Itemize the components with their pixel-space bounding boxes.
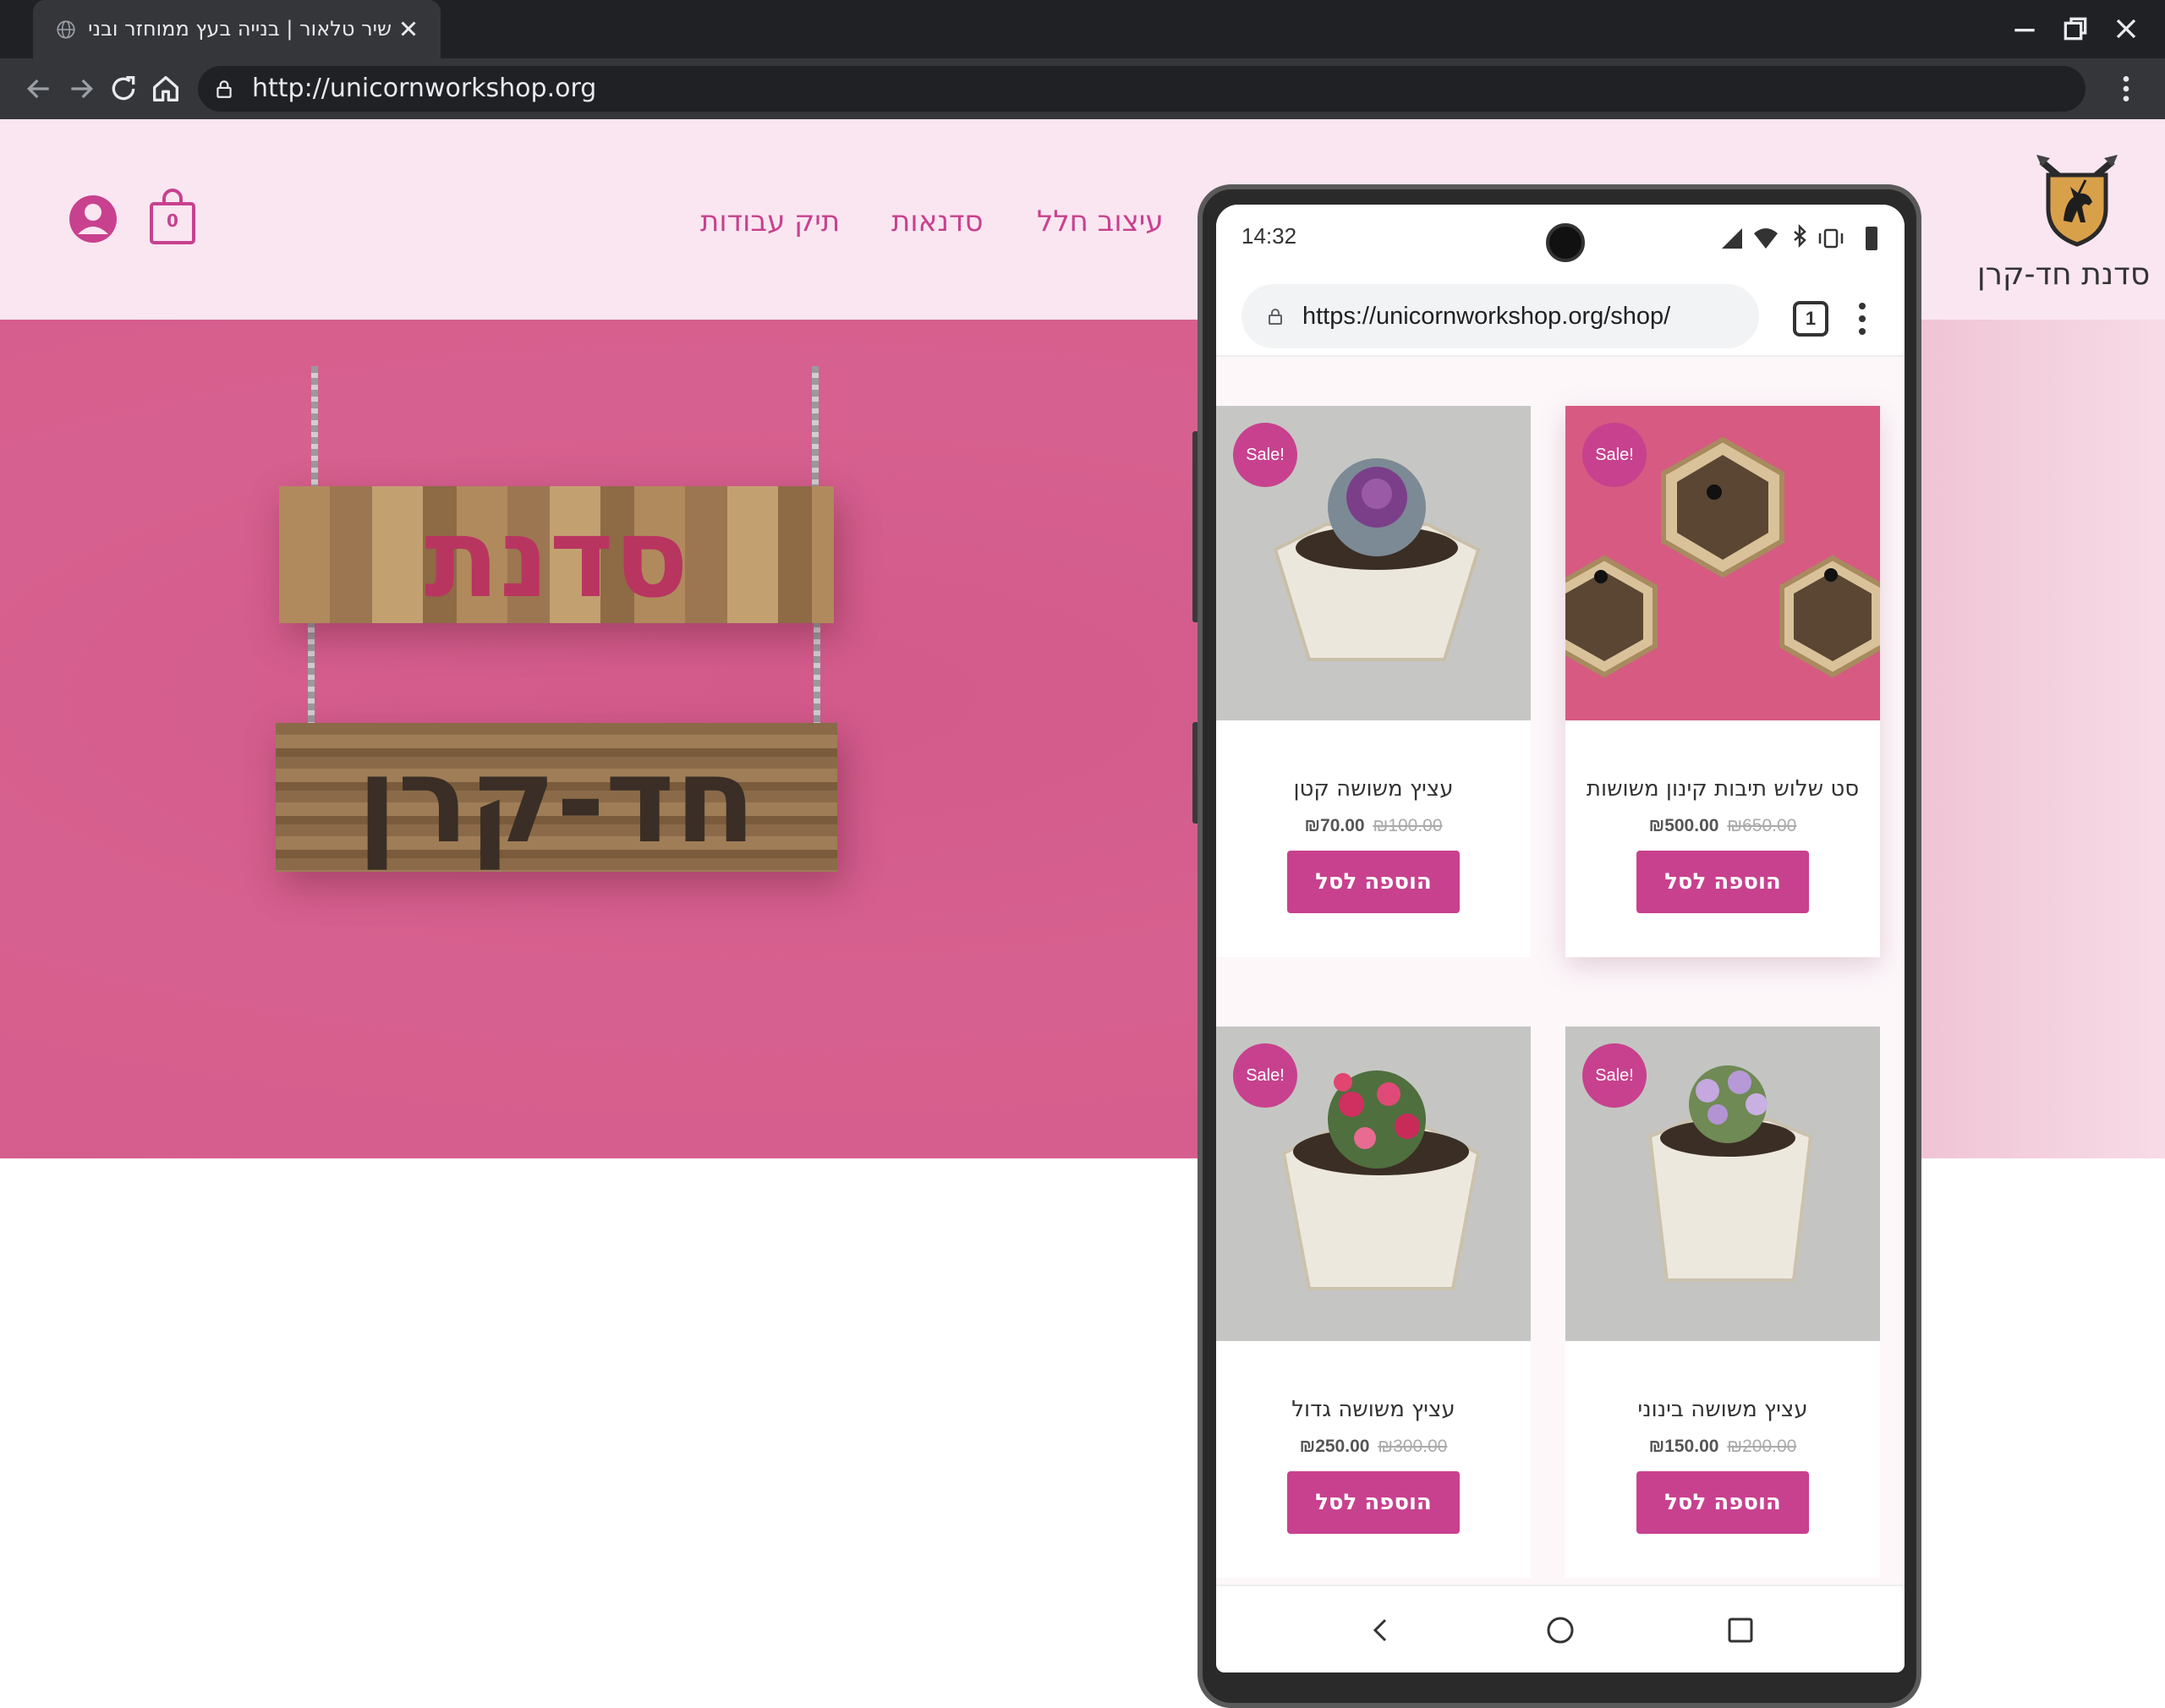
product-card[interactable]: Sale! עציץ משושה קטן ₪70.00 ₪100.00 הוספ… xyxy=(1216,406,1531,957)
android-nav-bar xyxy=(1216,1585,1905,1672)
product-card[interactable]: Sale! עציץ משושה גדול ₪250.00 ₪300.00 הו… xyxy=(1216,1026,1531,1578)
lock-icon xyxy=(1269,309,1282,325)
product-image[interactable]: Sale! xyxy=(1216,1026,1531,1341)
price-sale: ₪150.00 xyxy=(1648,1437,1719,1456)
mobile-menu-icon[interactable] xyxy=(1855,301,1869,337)
home-icon[interactable] xyxy=(149,72,183,106)
address-url: http://unicornworkshop.org xyxy=(252,74,597,103)
tab-title: שיר טלאור | בנייה בעץ ממוחזר ובנייה xyxy=(87,17,392,41)
product-price: ₪70.00 ₪100.00 xyxy=(1216,816,1531,836)
globe-icon xyxy=(57,20,75,39)
add-to-cart-button[interactable]: הוספה לסל xyxy=(1287,1471,1460,1534)
close-tab-icon[interactable] xyxy=(393,14,424,44)
nav-home-icon[interactable] xyxy=(1542,1612,1579,1649)
front-camera xyxy=(1546,223,1585,262)
unicorn-shield-logo[interactable] xyxy=(2030,150,2124,248)
chain xyxy=(814,621,820,727)
sale-badge: Sale! xyxy=(1233,423,1297,487)
address-bar[interactable]: http://unicornworkshop.org xyxy=(198,66,2086,112)
price-sale: ₪500.00 xyxy=(1648,816,1719,835)
site-name[interactable]: סדנת חד-קרן xyxy=(1970,255,2157,295)
price-sale: ₪70.00 xyxy=(1304,816,1365,835)
price-original: ₪300.00 xyxy=(1378,1437,1448,1456)
restore-icon[interactable] xyxy=(2058,12,2092,46)
product-image[interactable]: Sale! xyxy=(1565,406,1880,720)
chain xyxy=(311,366,318,493)
sign-lettering: סדנת xyxy=(425,494,689,622)
sale-badge: Sale! xyxy=(1582,423,1647,487)
bluetooth-icon xyxy=(1794,223,1806,249)
wooden-sign-bottom: חד-קרן xyxy=(276,723,837,872)
chain xyxy=(308,621,315,727)
product-price: ₪150.00 ₪200.00 xyxy=(1565,1437,1880,1457)
battery-icon xyxy=(1866,227,1877,250)
browser-toolbar: http://unicornworkshop.org xyxy=(0,58,2165,119)
hero-side-panel xyxy=(1920,320,2165,1158)
close-window-icon[interactable] xyxy=(2109,12,2143,46)
price-sale: ₪250.00 xyxy=(1299,1437,1370,1456)
nav-portfolio[interactable]: תיק עבודות xyxy=(700,200,840,243)
add-to-cart-button[interactable]: הוספה לסל xyxy=(1636,1471,1809,1534)
nav-space-design[interactable]: עיצוב חלל xyxy=(1037,200,1164,243)
price-original: ₪200.00 xyxy=(1727,1437,1797,1456)
tab-switcher-button[interactable]: 1 xyxy=(1793,301,1828,337)
mobile-address-bar[interactable]: https://unicornworkshop.org/shop/ xyxy=(1241,284,1759,348)
minimize-icon[interactable] xyxy=(2008,12,2042,46)
price-original: ₪100.00 xyxy=(1373,816,1443,835)
browser-menu-icon[interactable] xyxy=(2109,72,2143,106)
wifi-icon xyxy=(1754,228,1778,249)
product-image[interactable]: Sale! xyxy=(1565,1026,1880,1341)
account-icon[interactable] xyxy=(68,194,118,244)
price-original: ₪650.00 xyxy=(1727,816,1797,835)
browser-tab[interactable]: שיר טלאור | בנייה בעץ ממוחזר ובנייה xyxy=(33,0,441,58)
phone-screen: 14:32 https://unicornworkshop.org/shop/ … xyxy=(1216,205,1905,1672)
reload-icon[interactable] xyxy=(107,72,140,106)
product-card[interactable]: Sale! סט שלוש תיבות קינון משושות ₪500.00… xyxy=(1565,406,1880,957)
mobile-address-url: https://unicornworkshop.org/shop/ xyxy=(1302,303,1671,330)
forward-icon[interactable] xyxy=(64,72,98,106)
product-price: ₪250.00 ₪300.00 xyxy=(1216,1437,1531,1457)
product-image[interactable]: Sale! xyxy=(1216,406,1531,720)
sale-badge: Sale! xyxy=(1233,1043,1297,1108)
product-title[interactable]: עציץ משושה קטן xyxy=(1216,776,1531,802)
add-to-cart-button[interactable]: הוספה לסל xyxy=(1636,851,1809,913)
nav-back-icon[interactable] xyxy=(1362,1612,1399,1649)
cart-button[interactable]: 0 xyxy=(149,189,196,246)
wooden-sign-top: סדנת xyxy=(279,486,834,623)
product-title[interactable]: עציץ משושה גדול xyxy=(1216,1397,1531,1422)
phone-mockup: 14:32 https://unicornworkshop.org/shop/ … xyxy=(1198,184,1921,1708)
add-to-cart-button[interactable]: הוספה לסל xyxy=(1287,851,1460,913)
product-title[interactable]: עציץ משושה בינוני xyxy=(1565,1397,1880,1422)
mobile-browser-toolbar: https://unicornworkshop.org/shop/ 1 xyxy=(1216,272,1905,357)
product-card[interactable]: Sale! עציץ משושה בינוני ₪150.00 ₪200.00 … xyxy=(1565,1026,1880,1578)
sale-badge: Sale! xyxy=(1582,1043,1647,1108)
status-time: 14:32 xyxy=(1241,223,1297,249)
lock-icon xyxy=(216,80,232,98)
nav-recents-icon[interactable] xyxy=(1722,1612,1759,1649)
chain xyxy=(812,366,819,493)
nav-workshops[interactable]: סדנאות xyxy=(891,200,984,243)
phone-status-bar: 14:32 xyxy=(1216,205,1905,272)
browser-tabstrip: שיר טלאור | בנייה בעץ ממוחזר ובנייה xyxy=(0,0,2165,58)
cart-count: 0 xyxy=(167,211,178,231)
product-title[interactable]: סט שלוש תיבות קינון משושות xyxy=(1565,776,1880,802)
sign-word-bottom: חד-קרן xyxy=(357,732,756,870)
vibrate-icon xyxy=(1823,228,1839,249)
sign-lettering: חד-קרן xyxy=(357,732,756,870)
back-icon[interactable] xyxy=(22,72,56,106)
status-icons xyxy=(1722,223,1877,250)
product-price: ₪500.00 ₪650.00 xyxy=(1565,816,1880,836)
signal-icon xyxy=(1722,228,1742,249)
sign-word-top: סדנת xyxy=(425,494,689,622)
